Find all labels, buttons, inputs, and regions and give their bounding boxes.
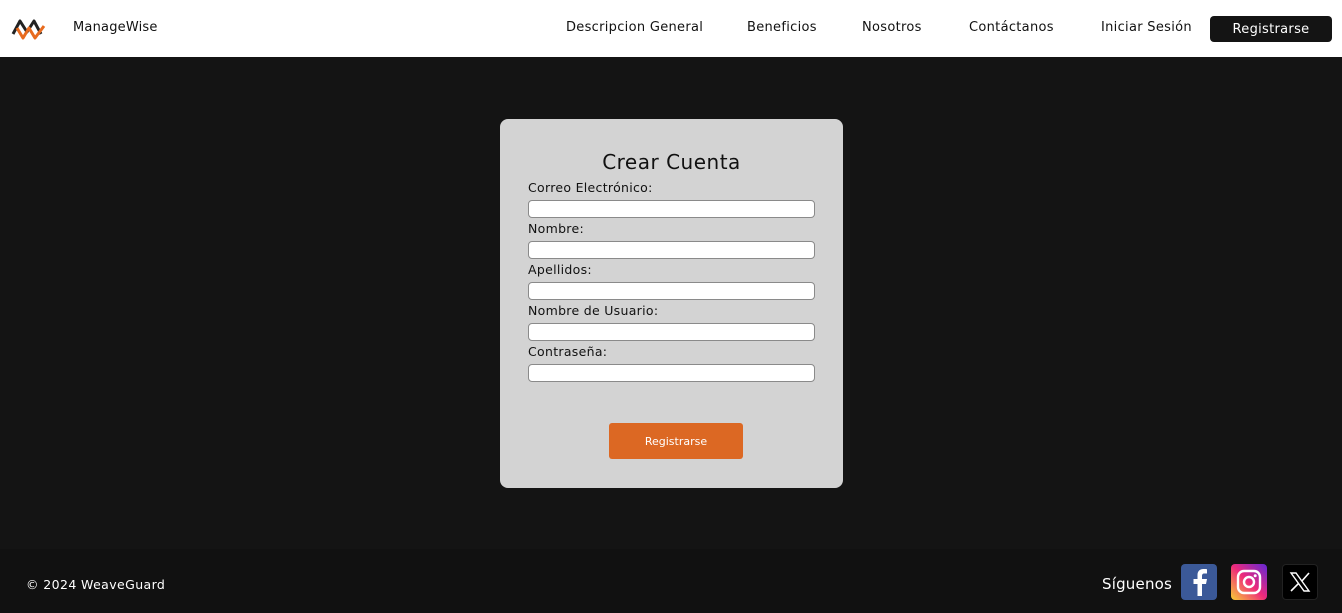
form-title: Crear Cuenta	[602, 150, 741, 174]
instagram-icon[interactable]	[1231, 564, 1267, 600]
email-field[interactable]	[528, 200, 815, 218]
register-submit-button[interactable]: Registrarse	[609, 423, 743, 459]
nav-contactanos[interactable]: Contáctanos	[969, 20, 1054, 35]
last-name-label: Apellidos:	[528, 262, 592, 277]
password-field[interactable]	[528, 364, 815, 382]
nav-descripcion-general[interactable]: Descripcion General	[566, 20, 703, 35]
password-label: Contraseña:	[528, 344, 608, 359]
email-label: Correo Electrónico:	[528, 180, 653, 195]
first-name-field[interactable]	[528, 241, 815, 259]
brand-name[interactable]: ManageWise	[73, 20, 158, 35]
managewise-logo-icon[interactable]	[11, 14, 47, 44]
follow-label: Síguenos	[1102, 575, 1173, 593]
top-navbar: ManageWise Descripcion General Beneficio…	[0, 0, 1342, 57]
x-icon[interactable]	[1282, 564, 1318, 600]
username-label: Nombre de Usuario:	[528, 303, 659, 318]
facebook-icon[interactable]	[1181, 564, 1217, 600]
nav-iniciar-sesion[interactable]: Iniciar Sesión	[1101, 20, 1192, 35]
copyright-text: © 2024 WeaveGuard	[26, 577, 166, 592]
nav-nosotros[interactable]: Nosotros	[862, 20, 922, 35]
nav-beneficios[interactable]: Beneficios	[747, 20, 817, 35]
first-name-label: Nombre:	[528, 221, 584, 236]
username-field[interactable]	[528, 323, 815, 341]
register-nav-button[interactable]: Registrarse	[1210, 16, 1332, 42]
last-name-field[interactable]	[528, 282, 815, 300]
